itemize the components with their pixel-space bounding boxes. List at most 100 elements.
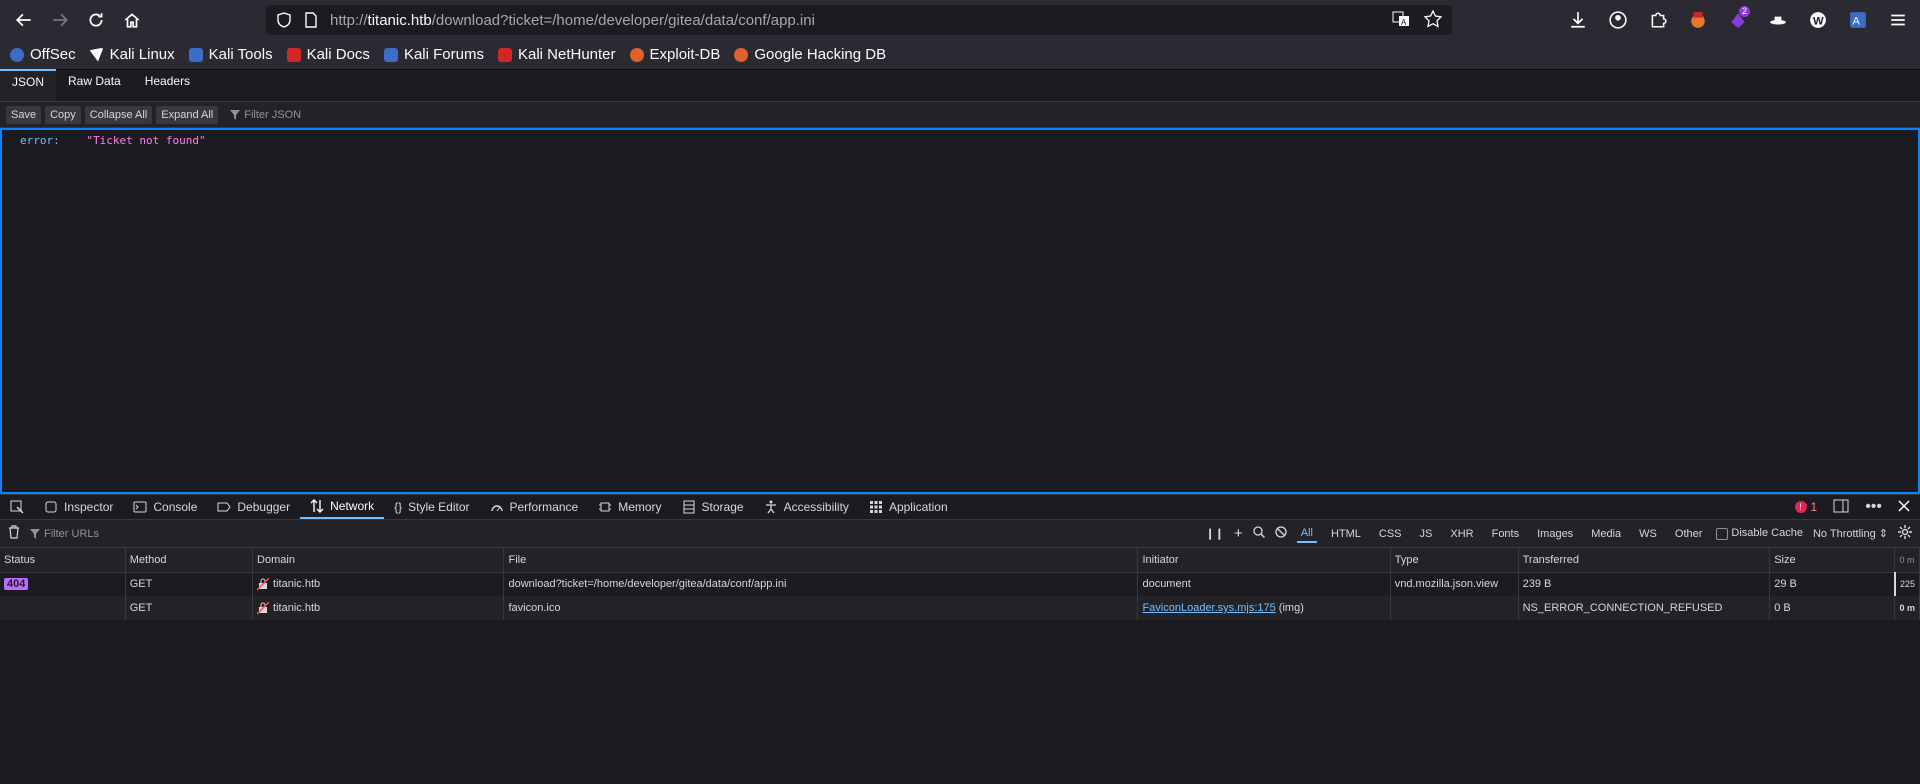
block-button[interactable]	[1275, 526, 1287, 541]
filter-other[interactable]: Other	[1671, 526, 1707, 542]
collapse-all-button[interactable]: Collapse All	[84, 105, 153, 124]
bookmark-exploit-db[interactable]: Exploit-DB	[629, 46, 720, 63]
filter-ws[interactable]: WS	[1635, 526, 1661, 542]
col-type[interactable]: Type	[1390, 548, 1519, 573]
filter-js[interactable]: JS	[1416, 526, 1437, 542]
json-filter-input[interactable]: Filter JSON	[230, 109, 301, 121]
error-count-button[interactable]: ! 1	[1794, 500, 1817, 514]
filter-fonts[interactable]: Fonts	[1488, 526, 1524, 542]
tab-performance[interactable]: Performance	[480, 495, 589, 519]
arrow-right-icon	[53, 13, 69, 27]
col-file[interactable]: File	[503, 548, 1139, 573]
dock-button[interactable]	[1833, 499, 1849, 516]
bookmark-kali-docs[interactable]: Kali Docs	[286, 46, 370, 63]
tab-accessibility[interactable]: Accessibility	[754, 495, 859, 519]
home-button[interactable]	[116, 4, 148, 36]
svg-text:A: A	[1852, 16, 1860, 28]
filter-media[interactable]: Media	[1587, 526, 1625, 542]
reload-button[interactable]	[80, 4, 112, 36]
filter-icon	[30, 528, 40, 539]
hacktools-extension[interactable]: 2	[1724, 4, 1752, 36]
bookmark-kali-linux[interactable]: Kali Linux	[89, 46, 175, 63]
tab-style-editor[interactable]: {} Style Editor	[384, 495, 479, 519]
tab-application[interactable]: Application	[859, 495, 958, 519]
col-timeline[interactable]: 0 m	[1894, 548, 1920, 573]
expand-all-button[interactable]: Expand All	[156, 105, 219, 124]
clear-button[interactable]	[8, 525, 20, 542]
search-button[interactable]	[1253, 526, 1265, 541]
tab-memory[interactable]: Memory	[588, 495, 671, 519]
copy-button[interactable]: Copy	[45, 105, 81, 124]
col-transferred[interactable]: Transferred	[1518, 548, 1771, 573]
menu-button[interactable]	[1884, 4, 1912, 36]
url-text: http://titanic.htb/download?ticket=/home…	[330, 11, 815, 29]
filter-all[interactable]: All	[1296, 525, 1317, 543]
tab-debugger[interactable]: Debugger	[207, 495, 300, 519]
save-button[interactable]: Save	[6, 105, 42, 124]
tab-inspector[interactable]: Inspector	[34, 495, 123, 519]
settings-button[interactable]	[1898, 525, 1912, 542]
initiator-link[interactable]: FaviconLoader.sys.mjs:175	[1142, 602, 1275, 614]
col-domain[interactable]: Domain	[252, 548, 505, 573]
throttling-select[interactable]: No Throttling ⇕	[1813, 527, 1888, 540]
hat-extension[interactable]	[1764, 4, 1792, 36]
bookmark-kali-forums[interactable]: Kali Forums	[383, 46, 484, 63]
error-icon: !	[1794, 501, 1807, 513]
col-method[interactable]: Method	[125, 548, 254, 573]
col-status[interactable]: Status	[0, 548, 126, 573]
page-icon[interactable]	[304, 12, 318, 28]
add-button[interactable]: +	[1234, 525, 1243, 542]
translate-ext-icon: A	[1850, 12, 1866, 28]
tab-storage[interactable]: Storage	[672, 495, 754, 519]
tab-raw-data[interactable]: Raw Data	[56, 69, 133, 101]
puzzle-icon	[1651, 12, 1667, 28]
col-size[interactable]: Size	[1769, 548, 1896, 573]
download-button[interactable]	[1564, 4, 1592, 36]
w-logo-icon: W	[1810, 12, 1826, 28]
bookmark-kali-tools[interactable]: Kali Tools	[188, 46, 273, 63]
translate-icon[interactable]: A	[1392, 10, 1410, 31]
bookmark-offsec[interactable]: OffSec	[10, 46, 76, 63]
pause-button[interactable]: ❙❙	[1206, 527, 1224, 540]
more-options-button[interactable]: •••	[1865, 498, 1882, 516]
shield-icon[interactable]	[276, 12, 292, 28]
wappalyzer-extension[interactable]: W	[1804, 4, 1832, 36]
bookmark-google-hacking-db[interactable]: Google Hacking DB	[734, 46, 886, 63]
block-icon	[1275, 526, 1287, 538]
back-button[interactable]	[8, 4, 40, 36]
close-devtools-button[interactable]	[1898, 499, 1910, 515]
tab-network[interactable]: Network	[300, 495, 385, 519]
filter-urls-input[interactable]: Filter URLs	[30, 528, 99, 540]
tab-headers[interactable]: Headers	[133, 69, 202, 101]
disable-cache-checkbox[interactable]: Disable Cache	[1716, 527, 1803, 540]
filter-css[interactable]: CSS	[1375, 526, 1406, 542]
account-button[interactable]	[1604, 4, 1632, 36]
star-icon[interactable]	[1423, 8, 1443, 31]
foxyproxy-extension[interactable]	[1684, 4, 1712, 36]
fox-icon	[1691, 12, 1705, 28]
table-row[interactable]: 404 GET titanic.htb download?ticket=/hom…	[0, 572, 1920, 596]
translate-extension[interactable]: A	[1844, 4, 1872, 36]
filter-images[interactable]: Images	[1533, 526, 1577, 542]
table-row[interactable]: GET titanic.htb favicon.ico FaviconLoade…	[0, 596, 1920, 620]
timing-cell: 225	[1893, 572, 1920, 596]
filter-html[interactable]: HTML	[1327, 526, 1365, 542]
size-cell: 29 B	[1769, 572, 1896, 596]
checkbox-box	[1716, 527, 1729, 540]
tab-json[interactable]: JSON	[0, 69, 57, 101]
extensions-button[interactable]	[1644, 4, 1672, 36]
insecure-lock-icon	[257, 578, 270, 591]
tab-console[interactable]: Console	[123, 495, 207, 519]
file-cell: download?ticket=/home/developer/gitea/da…	[503, 572, 1139, 596]
filter-xhr[interactable]: XHR	[1446, 526, 1477, 542]
storage-icon	[683, 500, 695, 514]
element-picker-button[interactable]	[0, 495, 34, 519]
col-initiator[interactable]: Initiator	[1137, 548, 1391, 573]
bookmark-kali-nethunter[interactable]: Kali NetHunter	[497, 46, 616, 63]
status-cell	[0, 596, 126, 620]
accessibility-icon	[765, 500, 776, 514]
url-bar[interactable]: http://titanic.htb/download?ticket=/home…	[266, 5, 1452, 35]
json-value: "Ticket not found"	[86, 134, 206, 147]
forward-button[interactable]	[44, 4, 76, 36]
type-cell	[1390, 596, 1519, 620]
